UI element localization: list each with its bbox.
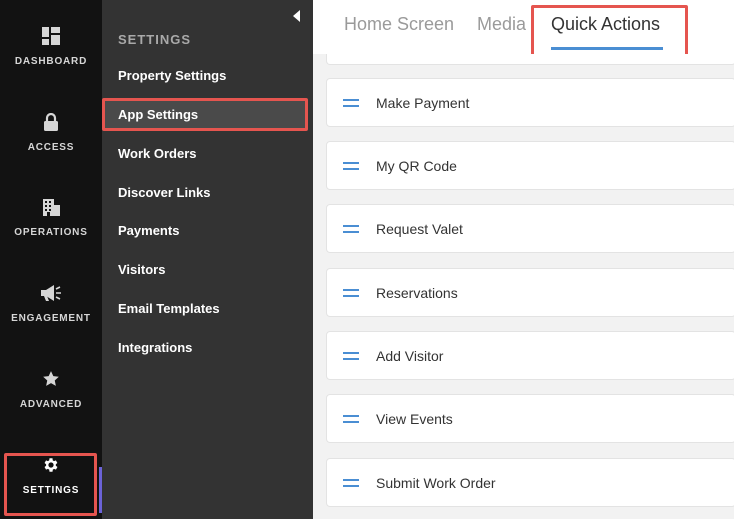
nav-item-advanced[interactable]: ADVANCED [0,346,102,432]
nav-item-dashboard[interactable]: DASHBOARD [0,3,102,89]
star-icon [40,368,62,390]
settings-submenu: SETTINGS Property Settings App Settings … [102,0,313,519]
building-icon [40,196,62,218]
lock-icon [40,111,62,133]
nav-item-label: ACCESS [27,142,75,153]
tab-bar: Home Screen Media Quick Actions [313,0,734,62]
quick-action-row[interactable]: Submit Work Order [326,458,734,507]
dashboard-icon [40,25,62,47]
quick-action-row[interactable]: View Events [326,394,734,443]
quick-action-row[interactable]: Request Valet [326,204,734,253]
drag-handle-icon[interactable] [343,161,359,170]
menu-item-discover-links[interactable]: Discover Links [118,185,211,200]
drag-handle-icon[interactable] [343,414,359,423]
annotation-highlight-settings [4,453,97,516]
collapse-menu-icon[interactable] [293,10,300,22]
quick-action-label: Add Visitor [376,347,444,364]
tab-home-screen[interactable]: Home Screen [344,14,454,35]
quick-action-label: Request Valet [376,220,463,237]
drag-handle-icon[interactable] [343,98,359,107]
quick-action-label: Reservations [376,284,458,301]
menu-item-visitors[interactable]: Visitors [118,262,165,277]
quick-action-label: Make Payment [376,94,470,111]
list-item-partial [326,54,734,65]
menu-item-property-settings[interactable]: Property Settings [118,68,226,83]
nav-item-label: DASHBOARD [14,56,88,67]
quick-action-row[interactable]: Make Payment [326,78,734,127]
nav-item-label: ADVANCED [19,399,83,410]
nav-item-label: OPERATIONS [14,227,88,238]
drag-handle-icon[interactable] [343,224,359,233]
quick-action-label: Submit Work Order [376,474,496,491]
drag-handle-icon[interactable] [343,288,359,297]
menu-item-email-templates[interactable]: Email Templates [118,301,220,316]
submenu-title: SETTINGS [118,32,192,47]
quick-action-row[interactable]: Add Visitor [326,331,734,380]
quick-action-label: View Events [376,410,453,427]
nav-item-label: ENGAGEMENT [11,313,91,324]
quick-action-row[interactable]: My QR Code [326,141,734,190]
nav-item-engagement[interactable]: ENGAGEMENT [0,260,102,346]
drag-handle-icon[interactable] [343,478,359,487]
megaphone-icon [40,282,62,304]
quick-action-label: My QR Code [376,157,457,174]
drag-handle-icon[interactable] [343,351,359,360]
menu-item-payments[interactable]: Payments [118,223,179,238]
menu-item-work-orders[interactable]: Work Orders [118,146,197,161]
menu-item-app-settings[interactable]: App Settings [118,107,198,122]
primary-nav-rail: DASHBOARD ACCESS OPERATIONS ENGAGEMENT A… [0,0,102,519]
nav-item-operations[interactable]: OPERATIONS [0,174,102,260]
quick-action-row[interactable]: Reservations [326,268,734,317]
tab-media[interactable]: Media [477,14,526,35]
main-content: Home Screen Media Quick Actions Make Pay… [313,0,734,519]
menu-item-integrations[interactable]: Integrations [118,340,192,355]
nav-item-access[interactable]: ACCESS [0,89,102,175]
